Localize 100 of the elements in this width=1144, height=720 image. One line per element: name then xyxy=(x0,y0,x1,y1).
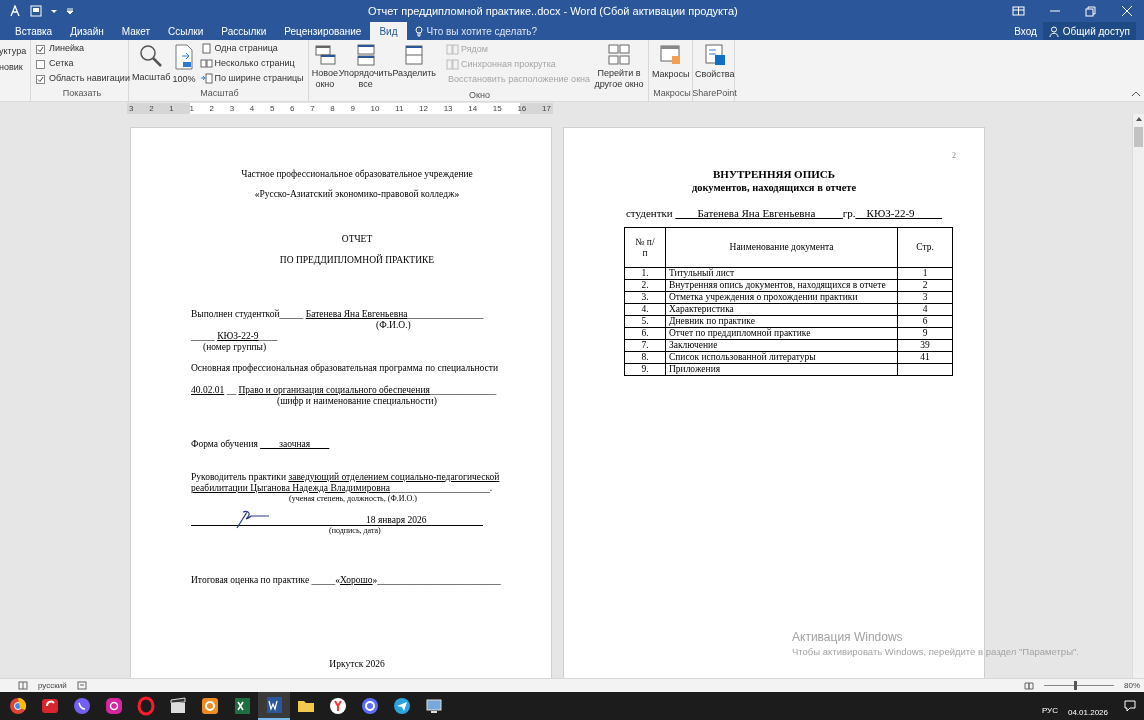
collapse-ribbon-icon xyxy=(1131,90,1141,98)
checkbox[interactable] xyxy=(36,74,45,84)
activation-message: Чтобы активировать Windows, перейдите в раздел "Параметры". xyxy=(792,645,1079,658)
app-icon[interactable] xyxy=(200,696,220,716)
ribbon-tab[interactable]: Вид xyxy=(370,22,407,40)
table-cell: 6. xyxy=(624,327,666,340)
ribbon-button[interactable]: Перейти в другое окно xyxy=(590,42,648,90)
field-caption: (подпись, дата) xyxy=(329,526,382,536)
body-text: Основная профессиональная образовательная программа по специальности xyxy=(191,362,499,374)
group-label: Макросы xyxy=(653,88,691,99)
student-line: Выполнен студенткой_____ Батенева Яна Евгеньевна________________ xyxy=(191,308,485,320)
clock-date[interactable]: 04.01.2026 xyxy=(1067,707,1108,719)
group-label: SharePoint xyxy=(692,88,737,99)
document-subtitle: ПО ПРЕДДИПЛОМНОЙ ПРАКТИКЕ xyxy=(278,254,436,266)
disabled-command-label: Синхронная прокрутка xyxy=(446,58,588,71)
switch-windows-icon xyxy=(608,44,630,66)
document-title: ВНУТРЕННЯЯ ОПИСЬ xyxy=(713,168,835,181)
table-cell: Заключение xyxy=(665,339,898,352)
browser-icon[interactable] xyxy=(8,696,28,716)
ribbon-button[interactable]: Макросы xyxy=(652,42,690,82)
window-pair-icon xyxy=(446,59,459,70)
ribbon-button[interactable]: Новое окно xyxy=(311,42,339,90)
table-cell: Характеристика xyxy=(665,303,898,316)
table-cell: Отчет по преддипломной практике xyxy=(665,327,898,340)
table-cell: 3 xyxy=(897,291,953,304)
tell-me-field[interactable]: Что вы хотите сделать? xyxy=(414,22,538,40)
camera-icon[interactable] xyxy=(104,696,124,716)
language-indicator[interactable]: русский xyxy=(38,679,67,692)
disabled-command-label: Рядом xyxy=(446,43,588,56)
computer-icon[interactable] xyxy=(424,696,444,716)
city-year: Иркутск 2026 xyxy=(328,658,386,670)
table-cell: Титульный лист xyxy=(665,267,898,280)
window-icon xyxy=(403,44,426,66)
ribbon-button[interactable]: Разделить xyxy=(392,42,436,79)
ribbon-tab[interactable]: Ссылки xyxy=(159,22,213,40)
word-processor-icon[interactable] xyxy=(264,695,284,715)
document-title: ОТЧЕТ xyxy=(340,233,374,245)
table-cell: 4 xyxy=(897,303,953,316)
magnifier-icon xyxy=(139,44,164,68)
table-cell: 2. xyxy=(624,279,666,292)
checkbox[interactable] xyxy=(36,59,45,69)
restore-icon xyxy=(1084,5,1098,17)
table-cell: 4. xyxy=(624,303,666,316)
page-icon xyxy=(199,73,213,84)
ribbon-button[interactable]: Несколько страниц xyxy=(199,57,304,70)
field-caption: (ученая степень, должность, (Ф.И.О.) xyxy=(289,494,418,504)
ribbon-button[interactable]: Масштаб xyxy=(131,42,172,85)
read-mode-icon xyxy=(1024,681,1034,690)
window-icon xyxy=(313,44,336,66)
table-cell: 39 xyxy=(897,339,953,352)
table-cell: Внутренняя опись документов, находящихся в отчете xyxy=(665,279,898,292)
notification-icon xyxy=(1124,700,1136,712)
send-icon[interactable] xyxy=(392,696,412,716)
keyboard-language[interactable]: РУС xyxy=(1041,705,1058,717)
page-zoom-icon xyxy=(174,44,195,70)
zoom-slider[interactable] xyxy=(1044,681,1114,690)
window-pair-icon xyxy=(446,44,459,55)
person-icon xyxy=(1048,25,1060,37)
app-icon[interactable] xyxy=(40,696,60,716)
ribbon-button[interactable]: 100% xyxy=(171,42,197,87)
clapperboard-icon[interactable] xyxy=(168,696,188,716)
ribbon-display-icon xyxy=(1012,5,1026,17)
ribbon-tab[interactable]: Вставка xyxy=(6,22,62,40)
ribbon-button[interactable]: Свойства xyxy=(695,42,735,82)
table-cell: Отметка учреждения о прохождении практики xyxy=(665,291,898,304)
zoom-level[interactable]: 80% xyxy=(1124,679,1140,692)
ruler[interactable]: 3 2 1 1 2 3 4 5 6 7 8 9 10 11 12 13 14 15 16 17 xyxy=(127,102,553,114)
checkbox-label: Линейка xyxy=(49,42,85,56)
checkbox[interactable] xyxy=(36,44,45,54)
table-cell: 5. xyxy=(624,315,666,328)
ribbon-tab[interactable]: Рецензирование xyxy=(275,22,371,40)
ribbon-tab[interactable]: Макет xyxy=(112,22,160,40)
column-header: Наименование документа xyxy=(665,227,898,268)
slider-thumb[interactable] xyxy=(1074,681,1078,690)
page-number: 2 xyxy=(952,150,956,162)
ribbon-button[interactable]: Одна страница xyxy=(199,42,304,55)
sign-in-link[interactable]: Вход xyxy=(1008,22,1043,40)
supervisor-line: Руководитель практики заведующий отделением социально-педагогической реабилитации Цыганова Надежда Владимировна_____________________. xyxy=(191,472,501,494)
group-label: Показать xyxy=(62,88,102,99)
ribbon-button[interactable]: По ширине страницы xyxy=(199,72,304,85)
scroll-thumb[interactable] xyxy=(1134,127,1143,147)
ribbon-tab[interactable]: Дизайн xyxy=(61,22,113,40)
specialty-line: 40.02.01 __ Право и организация социального обеспечения______________ xyxy=(191,384,498,396)
share-button[interactable]: Общий доступ xyxy=(1042,22,1136,40)
ribbon-tab[interactable]: Рассылки xyxy=(212,22,276,40)
column-header: № п/п xyxy=(624,227,666,268)
table-cell: 8. xyxy=(624,351,666,364)
checkbox-label: Сетка xyxy=(49,57,74,71)
browser-icon[interactable] xyxy=(328,696,348,716)
scrollbar[interactable] xyxy=(1132,114,1144,678)
messenger-icon[interactable] xyxy=(72,696,92,716)
ribbon-button[interactable]: Упорядочить все xyxy=(338,42,393,90)
chat-icon[interactable] xyxy=(360,696,380,716)
ribbon-item[interactable]: новик xyxy=(0,61,27,73)
grade-line: Итоговая оценка по практике _____«Хорошо»__________________________ xyxy=(191,574,502,586)
macro-icon xyxy=(659,44,682,66)
header-text: «Русско-Азиатский экономико-правовой колледж» xyxy=(253,188,461,200)
spreadsheet-icon[interactable] xyxy=(232,696,252,716)
document-icon xyxy=(30,5,42,17)
signature-drawing xyxy=(235,508,271,530)
